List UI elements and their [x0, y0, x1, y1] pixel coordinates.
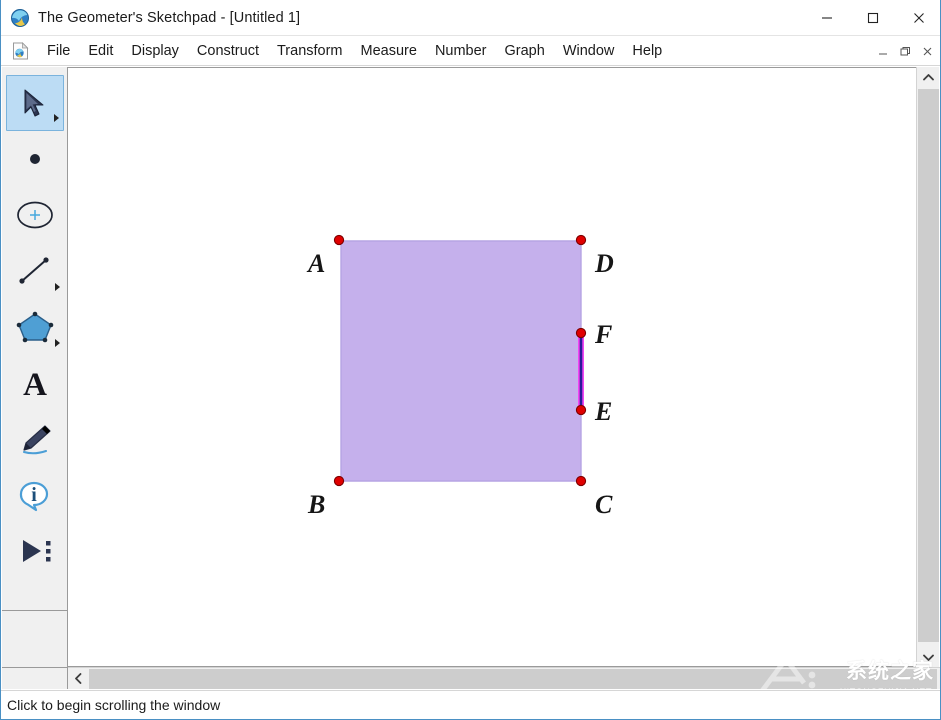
point-b[interactable]	[334, 476, 343, 485]
toolbar-separator	[2, 610, 67, 611]
pencil-icon	[15, 422, 55, 456]
document-close-icon	[922, 46, 933, 57]
minimize-icon	[821, 12, 833, 24]
scroll-left-button[interactable]	[68, 668, 88, 689]
document-close-button[interactable]	[916, 40, 938, 62]
document-restore-icon	[900, 46, 911, 57]
straightedge-tool[interactable]	[6, 243, 64, 299]
point-tool[interactable]	[6, 131, 64, 187]
scrollbar-corner	[2, 667, 68, 689]
information-tool[interactable]: i	[6, 467, 64, 523]
arrow-cursor-icon	[17, 86, 53, 120]
square-interior-abcd[interactable]	[341, 241, 581, 481]
arrow-tool-menu-chevron[interactable]	[54, 114, 59, 122]
maximize-icon	[867, 12, 879, 24]
window-title: The Geometer's Sketchpad - [Untitled 1]	[38, 10, 300, 26]
text-tool[interactable]: A	[6, 355, 64, 411]
maximize-button[interactable]	[850, 0, 896, 35]
vertical-scroll-thumb[interactable]	[918, 89, 939, 642]
marker-tool[interactable]	[6, 411, 64, 467]
menu-graph[interactable]: Graph	[496, 40, 554, 62]
svg-text:A: A	[23, 367, 47, 401]
label-f[interactable]: F	[594, 320, 612, 349]
label-a[interactable]: A	[306, 249, 325, 278]
label-b[interactable]: B	[307, 490, 325, 519]
label-e[interactable]: E	[594, 397, 612, 426]
line-segment-icon	[15, 254, 55, 288]
circle-icon	[13, 198, 57, 232]
horizontal-scroll-thumb[interactable]	[89, 669, 937, 689]
chevron-down-icon	[923, 653, 934, 662]
status-message: Click to begin scrolling the window	[7, 697, 220, 713]
scroll-down-button[interactable]	[917, 647, 940, 667]
document-minimize-icon	[878, 46, 889, 57]
polygon-tool[interactable]	[6, 299, 64, 355]
menu-display[interactable]: Display	[122, 40, 188, 62]
document-minimize-button[interactable]	[872, 40, 894, 62]
point-a[interactable]	[334, 235, 343, 244]
svg-text:i: i	[31, 484, 37, 506]
vertical-scrollbar[interactable]	[916, 67, 939, 667]
horizontal-scrollbar[interactable]	[68, 667, 941, 689]
sketch-canvas[interactable]: A D F E B C	[68, 67, 917, 667]
document-icon[interactable]	[12, 42, 29, 60]
label-c[interactable]: C	[595, 490, 613, 519]
menu-file[interactable]: File	[38, 40, 79, 62]
application-window: The Geometer's Sketchpad - [Untitled 1]	[0, 0, 941, 720]
point-dot-icon	[20, 144, 50, 174]
menu-window[interactable]: Window	[554, 40, 624, 62]
document-restore-button[interactable]	[894, 40, 916, 62]
menu-number[interactable]: Number	[426, 40, 496, 62]
sketchpad-globe-icon	[10, 8, 30, 28]
menu-construct[interactable]: Construct	[188, 40, 268, 62]
arrow-select-tool[interactable]	[6, 75, 64, 131]
polygon-tool-menu-chevron[interactable]	[55, 339, 60, 347]
point-d[interactable]	[576, 235, 585, 244]
info-balloon-icon: i	[14, 477, 56, 513]
menu-transform[interactable]: Transform	[268, 40, 352, 62]
point-f[interactable]	[576, 328, 585, 337]
document-window-buttons	[872, 36, 938, 66]
scroll-up-button[interactable]	[917, 67, 940, 87]
play-triangle-dots-icon	[13, 535, 57, 567]
menu-edit[interactable]: Edit	[79, 40, 122, 62]
compass-circle-tool[interactable]	[6, 187, 64, 243]
title-bar: The Geometer's Sketchpad - [Untitled 1]	[1, 0, 941, 36]
close-icon	[913, 12, 925, 24]
straightedge-tool-menu-chevron[interactable]	[55, 283, 60, 291]
chevron-left-icon	[74, 673, 83, 684]
custom-tool[interactable]	[6, 523, 64, 579]
letter-a-icon: A	[18, 365, 52, 401]
menu-measure[interactable]: Measure	[352, 40, 426, 62]
chevron-up-icon	[923, 73, 934, 82]
point-e[interactable]	[576, 405, 585, 414]
status-bar: Click to begin scrolling the window	[1, 690, 940, 719]
menu-help[interactable]: Help	[623, 40, 671, 62]
minimize-button[interactable]	[804, 0, 850, 35]
point-c[interactable]	[576, 476, 585, 485]
close-button[interactable]	[896, 0, 941, 35]
pentagon-icon	[14, 309, 56, 345]
tool-palette: A i	[2, 67, 68, 667]
sketch-figure[interactable]: A D F E B C	[68, 68, 917, 667]
label-d[interactable]: D	[594, 249, 614, 278]
menu-bar: File Edit Display Construct Transform Me…	[1, 36, 941, 66]
